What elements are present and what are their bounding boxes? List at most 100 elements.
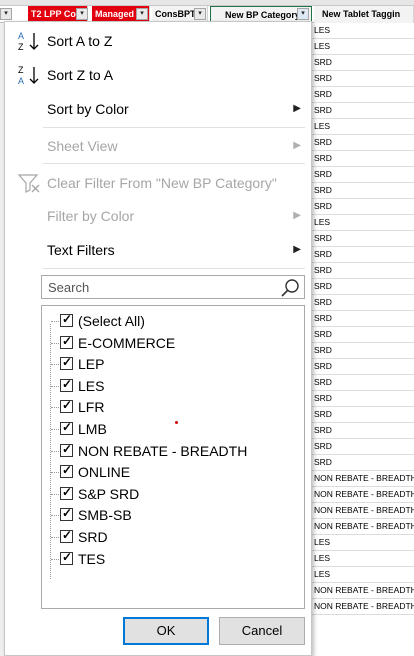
clear-filter: Clear Filter From "New BP Category": [5, 168, 311, 198]
search-icon[interactable]: [280, 278, 300, 298]
filter-list-item[interactable]: ✓ S&P SRD: [42, 483, 304, 505]
search-box[interactable]: Search: [41, 275, 305, 299]
checkbox[interactable]: ✓: [60, 377, 73, 392]
checkmark-icon: ✓: [62, 484, 73, 499]
sort-by-color[interactable]: Sort by Color ▶: [5, 94, 311, 124]
text-filters[interactable]: Text Filters ▶: [5, 235, 311, 265]
table-cell[interactable]: SRD: [312, 247, 414, 263]
chevron-right-icon: ▶: [293, 244, 301, 255]
filter-item-label: LEP: [78, 356, 105, 373]
table-cell[interactable]: SRD: [312, 279, 414, 295]
filter-list-item[interactable]: ✓ SRD: [42, 526, 304, 548]
table-cell[interactable]: NON REBATE - BREADTH: [312, 503, 414, 519]
filter-item-label: NON REBATE - BREADTH: [78, 442, 248, 459]
table-cell[interactable]: SRD: [312, 231, 414, 247]
checkmark-icon: ✓: [62, 355, 73, 370]
table-cell[interactable]: LES: [312, 119, 414, 135]
table-cell[interactable]: LES: [312, 567, 414, 583]
table-cell[interactable]: SRD: [312, 423, 414, 439]
table-cell[interactable]: SRD: [312, 55, 414, 71]
table-cell[interactable]: SRD: [312, 199, 414, 215]
sort-z-to-a[interactable]: Z A Sort Z to A: [5, 60, 311, 90]
table-cell[interactable]: SRD: [312, 359, 414, 375]
table-cell[interactable]: SRD: [312, 295, 414, 311]
sheet-view-label: Sheet View: [47, 138, 118, 154]
checkbox[interactable]: ✓: [60, 420, 73, 435]
table-cell[interactable]: SRD: [312, 407, 414, 423]
table-cell[interactable]: LES: [312, 39, 414, 55]
filter-list-item[interactable]: ✓ LES: [42, 375, 304, 397]
menu-separator: [43, 163, 305, 164]
filter-item-label: LFR: [78, 399, 105, 416]
filter-list-item[interactable]: ✓ TES: [42, 548, 304, 570]
table-cell[interactable]: NON REBATE - BREADTH: [312, 519, 414, 535]
sort-a-to-z[interactable]: A Z Sort A to Z: [5, 26, 311, 56]
table-cell[interactable]: SRD: [312, 183, 414, 199]
checkmark-icon: ✓: [62, 441, 73, 456]
filter-list-item[interactable]: ✓ LMB: [42, 418, 304, 440]
table-cell[interactable]: SRD: [312, 167, 414, 183]
filter-item-label: ONLINE: [78, 464, 131, 481]
table-cell[interactable]: SRD: [312, 375, 414, 391]
chevron-right-icon: ▶: [293, 103, 301, 114]
table-cell[interactable]: SRD: [312, 455, 414, 471]
sort-z-to-a-label: Sort Z to A: [47, 67, 114, 83]
checkbox[interactable]: ✓: [60, 506, 73, 522]
filter-list-item[interactable]: ✓ (Select All): [42, 310, 304, 332]
checkbox[interactable]: ✓: [60, 441, 73, 457]
filter-dropdown-button-active[interactable]: ▾: [297, 8, 309, 20]
table-cell[interactable]: LES: [312, 535, 414, 551]
filter-values-list: ✓ (Select All) ✓ E-COMMERCE ✓ LEP ✓ LES ✓ LFR ✓ LMB…: [41, 305, 305, 609]
checkbox[interactable]: ✓: [60, 550, 73, 565]
checkbox[interactable]: ✓: [60, 528, 73, 543]
filter-list-item[interactable]: ✓ E-COMMERCE: [42, 332, 304, 354]
table-cell[interactable]: NON REBATE - BREADTH: [312, 599, 414, 615]
table-cell[interactable]: SRD: [312, 311, 414, 327]
svg-text:A: A: [18, 76, 24, 86]
filter-dropdown-button[interactable]: ▾: [76, 8, 88, 20]
filter-dropdown-button[interactable]: ▾: [136, 8, 148, 20]
filter-by-color: Filter by Color ▶: [5, 201, 311, 231]
cancel-button[interactable]: Cancel: [219, 617, 305, 645]
filter-item-label: TES: [78, 550, 106, 567]
red-dot: [175, 421, 178, 424]
filter-by-color-label: Filter by Color: [47, 208, 135, 224]
checkmark-icon: ✓: [62, 463, 73, 478]
menu-separator: [43, 127, 305, 128]
table-cell[interactable]: SRD: [312, 343, 414, 359]
ok-button[interactable]: OK: [123, 617, 209, 645]
filter-list-item[interactable]: ✓ SMB-SB: [42, 504, 304, 526]
table-cell[interactable]: SRD: [312, 87, 414, 103]
table-cell[interactable]: LES: [312, 23, 414, 39]
checkbox[interactable]: ✓: [60, 463, 73, 479]
filter-list-item[interactable]: ✓ ONLINE: [42, 461, 304, 483]
checkbox[interactable]: ✓: [60, 484, 73, 500]
table-cell[interactable]: SRD: [312, 391, 414, 407]
table-cell[interactable]: NON REBATE - BREADTH: [312, 583, 414, 599]
checkbox[interactable]: ✓: [60, 334, 73, 349]
table-cell[interactable]: SRD: [312, 327, 414, 343]
svg-text:Z: Z: [18, 65, 24, 75]
filter-list-item[interactable]: ✓ NON REBATE - BREADTH: [42, 440, 304, 462]
table-cell[interactable]: SRD: [312, 71, 414, 87]
checkbox[interactable]: ✓: [60, 312, 73, 327]
sort-descending-icon: Z A: [18, 65, 39, 86]
filter-dropdown-button[interactable]: ▾: [0, 8, 12, 20]
table-cell[interactable]: LES: [312, 215, 414, 231]
checkbox[interactable]: ✓: [60, 398, 73, 414]
table-cell[interactable]: SRD: [312, 151, 414, 167]
checkbox[interactable]: ✓: [60, 355, 73, 371]
table-cell[interactable]: SRD: [312, 263, 414, 279]
filter-list-item[interactable]: ✓ LFR: [42, 396, 304, 418]
filter-list-item[interactable]: ✓ LEP: [42, 353, 304, 375]
table-cell[interactable]: SRD: [312, 103, 414, 119]
table-cell[interactable]: LES: [312, 551, 414, 567]
table-cell[interactable]: SRD: [312, 135, 414, 151]
chevron-right-icon: ▶: [293, 210, 301, 221]
menu-separator: [43, 268, 305, 269]
filter-dropdown-button[interactable]: ▾: [194, 8, 206, 20]
clear-filter-label: Clear Filter From "New BP Category": [47, 175, 277, 191]
table-cell[interactable]: SRD: [312, 439, 414, 455]
table-cell[interactable]: NON REBATE - BREADTH: [312, 471, 414, 487]
table-cell[interactable]: NON REBATE - BREADTH: [312, 487, 414, 503]
